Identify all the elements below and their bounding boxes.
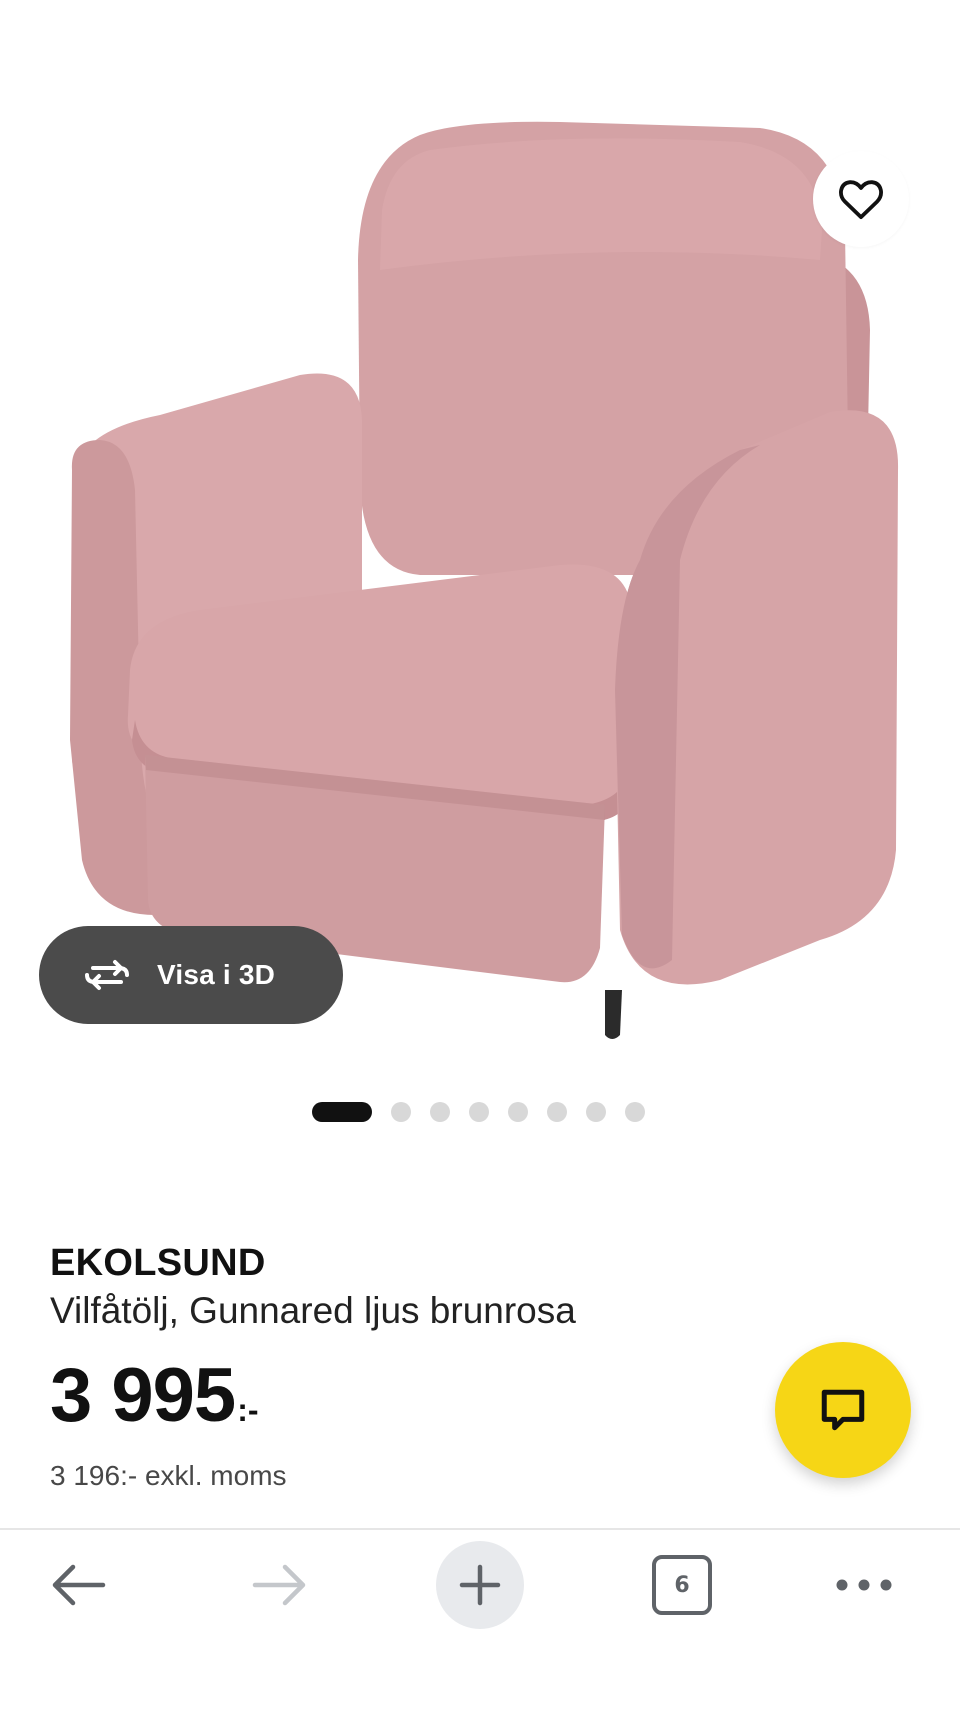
favorite-button[interactable]: [813, 151, 909, 247]
carousel-dot[interactable]: [586, 1102, 606, 1122]
more-horizontal-icon: [836, 1579, 892, 1591]
back-button[interactable]: [38, 1530, 118, 1640]
carousel-dot[interactable]: [508, 1102, 528, 1122]
plus-icon: [459, 1564, 501, 1606]
new-tab-button[interactable]: [436, 1530, 524, 1640]
view-in-3d-button[interactable]: Visa i 3D: [39, 926, 343, 1024]
chat-button[interactable]: [775, 1342, 911, 1478]
price-excl-vat: 3 196:- exkl. moms: [50, 1460, 287, 1491]
carousel-dot[interactable]: [391, 1102, 411, 1122]
heart-outline-icon: [839, 180, 883, 220]
image-carousel-dots: [312, 1101, 664, 1123]
carousel-dot[interactable]: [430, 1102, 450, 1122]
product-description: Vilfåtölj, Gunnared ljus brunrosa: [50, 1290, 576, 1331]
new-tab-circle: [436, 1541, 524, 1629]
carousel-dot[interactable]: [469, 1102, 489, 1122]
rotate-arrows-icon: [85, 960, 129, 990]
tabs-button[interactable]: 6: [650, 1530, 714, 1640]
carousel-dot[interactable]: [625, 1102, 645, 1122]
carousel-dot[interactable]: [547, 1102, 567, 1122]
product-image: [70, 121, 899, 1039]
carousel-dot-active[interactable]: [312, 1102, 372, 1122]
tabs-count-icon: 6: [652, 1555, 712, 1615]
price-suffix: :-: [237, 1392, 259, 1428]
product-info: EKOLSUND Vilfåtölj, Gunnared ljus brunro…: [50, 1240, 576, 1492]
price-row: 3 995 :-: [50, 1356, 576, 1436]
view-in-3d-label: Visa i 3D: [157, 959, 276, 990]
chat-bubble-icon: [821, 1389, 865, 1431]
product-image-area[interactable]: Visa i 3D: [0, 0, 960, 1080]
forward-button[interactable]: [240, 1530, 320, 1640]
product-name: EKOLSUND: [50, 1242, 266, 1284]
arrow-left-icon: [52, 1564, 106, 1606]
arrow-right-icon: [252, 1564, 306, 1606]
browser-toolbar: 6: [0, 1528, 960, 1722]
menu-button[interactable]: [832, 1530, 896, 1640]
product-price: 3 995: [50, 1353, 236, 1438]
